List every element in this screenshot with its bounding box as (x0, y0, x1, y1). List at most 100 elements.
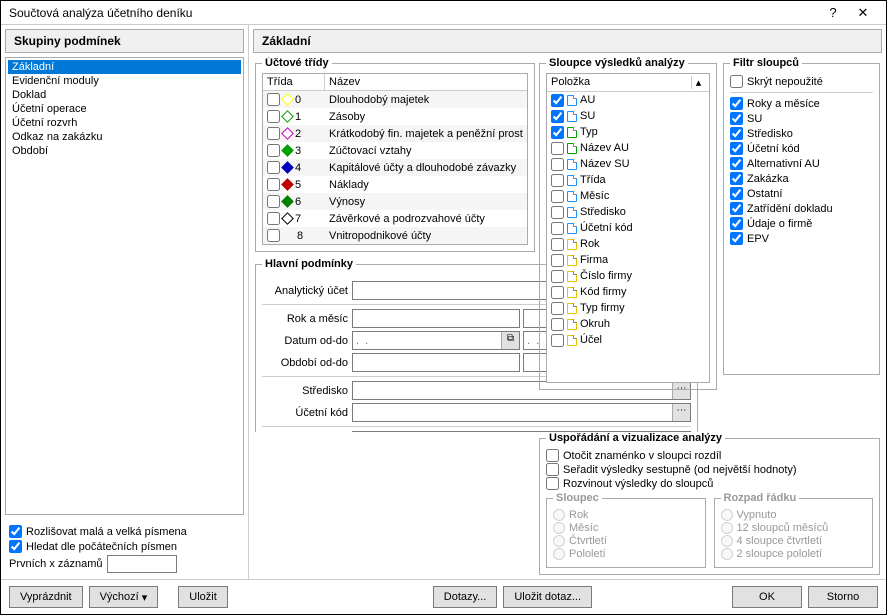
file-icon (567, 319, 577, 330)
vis-fieldset: Uspořádání a vizualizace analýzy Otočit … (539, 432, 880, 575)
trida-row[interactable]: 4Kapitálové účty a dlouhodobé závazky (263, 159, 527, 176)
first-input[interactable] (107, 555, 177, 573)
sloupec-row[interactable]: SU (547, 108, 709, 124)
radio-option: 12 sloupců měsíců (721, 522, 867, 534)
trida-row[interactable]: 0Dlouhodobý majetek (263, 91, 527, 108)
file-icon (567, 191, 577, 202)
filtr-checkbox[interactable]: Účetní kód (730, 142, 873, 155)
file-icon (567, 223, 577, 234)
filtr-checkbox[interactable]: Roky a měsíce (730, 97, 873, 110)
main-header: Základní (253, 29, 882, 53)
window-title: Součtová analýza účetního deníku (9, 6, 818, 20)
empty-button[interactable]: Vyprázdnit (9, 586, 83, 608)
group-item[interactable]: Doklad (8, 88, 241, 102)
col-up-icon[interactable]: ▴ (691, 76, 705, 89)
trida-row[interactable]: 8Vnitropodnikové účty (263, 227, 527, 244)
file-icon (567, 111, 577, 122)
sloupec-row[interactable]: Účel (547, 332, 709, 348)
file-icon (567, 143, 577, 154)
sloupec-row[interactable]: Účetní kód (547, 220, 709, 236)
group-item[interactable]: Účetní rozvrh (8, 116, 241, 130)
ok-button[interactable]: OK (732, 586, 802, 608)
trida-row[interactable]: 6Výnosy (263, 193, 527, 210)
vis-checkbox[interactable]: Rozvinout výsledky do sloupců (546, 477, 873, 490)
close-button[interactable]: ✕ (848, 5, 878, 21)
rok-input[interactable] (353, 310, 519, 327)
sloupec-row[interactable]: Okruh (547, 316, 709, 332)
group-item[interactable]: Období (8, 144, 241, 158)
filtr-checkbox[interactable]: Středisko (730, 127, 873, 140)
sloupec-row[interactable]: Měsíc (547, 188, 709, 204)
group-item[interactable]: Evidenční moduly (8, 74, 241, 88)
trida-row[interactable]: 5Náklady (263, 176, 527, 193)
filtr-fieldset: Filtr sloupců Skrýt nepoužitéRoky a měsí… (723, 57, 880, 375)
file-icon (567, 127, 577, 138)
diamond-icon (281, 161, 294, 174)
tridy-fieldset: Účtové třídy Třída Název 0Dlouhodobý maj… (255, 57, 535, 252)
sloupec-row[interactable]: Firma (547, 252, 709, 268)
sloupec-row[interactable]: Typ (547, 124, 709, 140)
sidebar-header: Skupiny podmínek (5, 29, 244, 53)
datum-od-cal[interactable]: ⧉ (501, 332, 519, 349)
sloupec-row[interactable]: Číslo firmy (547, 268, 709, 284)
first-label: Prvních x záznamů (9, 558, 103, 570)
obdobi-od[interactable] (353, 354, 519, 371)
file-icon (567, 175, 577, 186)
file-icon (567, 95, 577, 106)
file-icon (567, 239, 577, 250)
diamond-icon (281, 195, 294, 208)
datum-od[interactable] (353, 332, 501, 349)
vis-checkbox[interactable]: Seřadit výsledky sestupně (od největší h… (546, 463, 873, 476)
sloupec-fieldset: SloupecRokMěsícČtvrtletíPololetí (546, 492, 706, 568)
sloupec-row[interactable]: AU (547, 92, 709, 108)
cancel-button[interactable]: Storno (808, 586, 878, 608)
trida-row[interactable]: 1Zásoby (263, 108, 527, 125)
save-button[interactable]: Uložit (178, 586, 228, 608)
radio-option: Pololetí (553, 548, 699, 560)
sloupec-row[interactable]: Třída (547, 172, 709, 188)
diamond-icon (281, 127, 294, 140)
sloupce-fieldset: Sloupce výsledků analýzy Položka▴ AUSUTy… (539, 57, 717, 390)
group-item[interactable]: Odkaz na zakázku (8, 130, 241, 144)
filtr-checkbox[interactable]: Alternativní AU (730, 157, 873, 170)
file-icon (567, 271, 577, 282)
sloupec-row[interactable]: Název SU (547, 156, 709, 172)
group-item[interactable]: Základní (8, 60, 241, 74)
sloupec-row[interactable]: Typ firmy (547, 300, 709, 316)
diamond-icon (281, 144, 294, 157)
rozpad-fieldset: Rozpad řádkuVypnuto12 sloupců měsíců4 sl… (714, 492, 874, 568)
trida-row[interactable]: 2Krátkodobý fin. majetek a peněžní prost (263, 125, 527, 142)
filtr-checkbox[interactable]: Ostatní (730, 187, 873, 200)
file-icon (567, 287, 577, 298)
case-checkbox[interactable]: Rozlišovat malá a velká písmena (9, 525, 240, 538)
savequery-button[interactable]: Uložit dotaz... (503, 586, 592, 608)
trida-row[interactable]: 7Závěrkové a podrozvahové účty (263, 210, 527, 227)
default-button[interactable]: Výchozí ▾ (89, 586, 159, 608)
sloupec-row[interactable]: Název AU (547, 140, 709, 156)
help-button[interactable]: ? (818, 5, 848, 20)
filtr-checkbox[interactable]: Zakázka (730, 172, 873, 185)
filtr-checkbox[interactable]: SU (730, 112, 873, 125)
sloupce-list[interactable]: AUSUTypNázev AUNázev SUTřídaMěsícStředis… (547, 92, 709, 382)
filtr-checkbox[interactable]: EPV (730, 232, 873, 245)
sloupec-row[interactable]: Rok (547, 236, 709, 252)
radio-option: Rok (553, 509, 699, 521)
file-icon (567, 207, 577, 218)
radio-option: Čtvrtletí (553, 535, 699, 547)
file-icon (567, 255, 577, 266)
radio-option: 2 sloupce pololetí (721, 548, 867, 560)
group-item[interactable]: Účetní operace (8, 102, 241, 116)
filtr-checkbox[interactable]: Skrýt nepoužité (730, 75, 873, 88)
radio-option: Měsíc (553, 522, 699, 534)
groups-list[interactable]: ZákladníEvidenční modulyDokladÚčetní ope… (5, 57, 244, 515)
file-icon (567, 303, 577, 314)
diamond-icon (281, 110, 294, 123)
sloupec-row[interactable]: Kód firmy (547, 284, 709, 300)
prefix-checkbox[interactable]: Hledat dle počátečních písmen (9, 540, 240, 553)
trida-row[interactable]: 3Zúčtovací vztahy (263, 142, 527, 159)
sloupec-row[interactable]: Středisko (547, 204, 709, 220)
filtr-checkbox[interactable]: Zatřídění dokladu (730, 202, 873, 215)
vis-checkbox[interactable]: Otočit znaménko v sloupci rozdíl (546, 449, 873, 462)
filtr-checkbox[interactable]: Údaje o firmě (730, 217, 873, 230)
queries-button[interactable]: Dotazy... (433, 586, 498, 608)
